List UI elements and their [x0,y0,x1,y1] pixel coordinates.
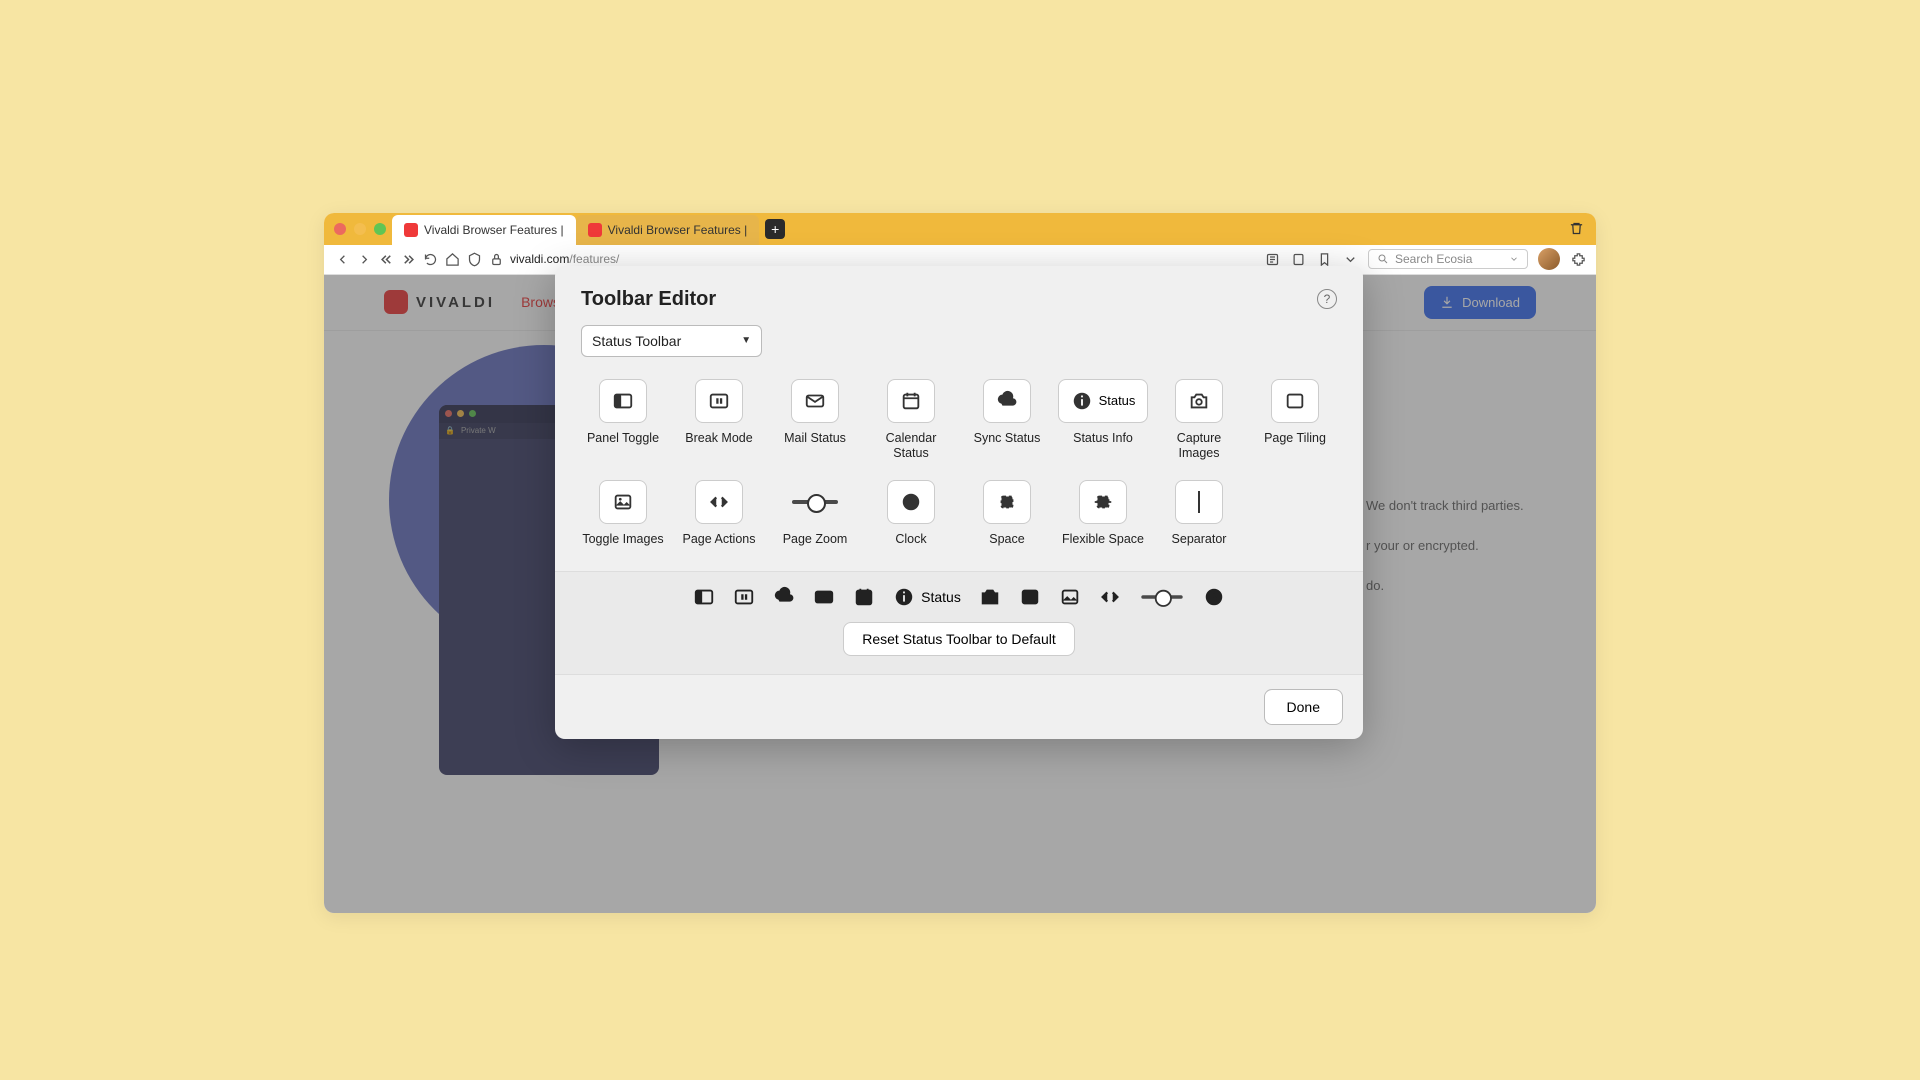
comp-page-tiling[interactable]: Page Tiling [1247,373,1343,468]
window-controls[interactable] [332,213,392,245]
tab-title: Vivaldi Browser Features | [608,223,748,237]
lock-icon [488,252,504,267]
panel-toggle-icon[interactable] [693,586,715,608]
comp-space[interactable]: Space [959,474,1055,554]
comp-flexible-space[interactable]: Flexible Space [1055,474,1151,554]
comp-clock[interactable]: Clock [863,474,959,554]
fast-forward-button[interactable] [400,252,416,267]
camera-icon[interactable] [979,586,1001,608]
tab-strip: Vivaldi Browser Features | Vivaldi Brows… [324,213,1596,245]
slider-icon [792,500,838,504]
bookmark-icon[interactable] [1316,252,1332,267]
home-button[interactable] [444,252,460,267]
clock-icon[interactable] [1203,586,1225,608]
help-button[interactable]: ? [1317,289,1337,309]
tab-inactive[interactable]: Vivaldi Browser Features | [576,215,760,245]
comp-break-mode[interactable]: Break Mode [671,373,767,468]
rewind-button[interactable] [378,252,394,267]
modal-title: Toolbar Editor [581,288,716,311]
comp-panel-toggle[interactable]: Panel Toggle [575,373,671,468]
chevron-down-icon: ▼ [741,335,751,346]
comp-toggle-images[interactable]: Toggle Images [575,474,671,554]
code-icon[interactable] [1099,586,1121,608]
comp-status-info[interactable]: Status Status Info [1055,373,1151,468]
images-icon[interactable] [1059,586,1081,608]
break-mode-icon[interactable] [733,586,755,608]
comp-separator[interactable]: Separator [1151,474,1247,554]
tiling-icon[interactable] [1019,586,1041,608]
trash-icon[interactable] [1569,213,1596,245]
vivaldi-favicon [404,223,418,237]
reset-button[interactable]: Reset Status Toolbar to Default [843,622,1075,656]
toolbar-selector[interactable]: Status Toolbar ▼ [581,325,762,357]
separator-icon [1198,491,1200,513]
tab-title: Vivaldi Browser Features | [424,223,564,237]
status-info-icon[interactable]: Status [893,586,961,608]
comp-capture-images[interactable]: Capture Images [1151,373,1247,468]
url-field[interactable]: vivaldi.com/features/ [510,252,619,266]
reader-icon[interactable] [1264,252,1280,267]
comp-page-zoom[interactable]: Page Zoom [767,474,863,554]
mail-icon[interactable] [813,586,835,608]
comp-calendar-status[interactable]: Calendar Status [863,373,959,468]
vivaldi-favicon [588,223,602,237]
shield-icon[interactable] [466,252,482,267]
new-tab-button[interactable]: + [765,219,785,239]
reload-button[interactable] [422,252,438,267]
notes-icon[interactable] [1290,252,1306,267]
avatar[interactable] [1538,248,1560,270]
extensions-icon[interactable] [1570,252,1586,267]
cloud-icon[interactable] [773,586,795,608]
calendar-icon[interactable] [853,586,875,608]
done-button[interactable]: Done [1264,689,1343,725]
comp-sync-status[interactable]: Sync Status [959,373,1055,468]
forward-button[interactable] [356,252,372,267]
current-toolbar-tray[interactable]: Status Reset Status Toolbar to Default [555,571,1363,674]
comp-mail-status[interactable]: Mail Status [767,373,863,468]
component-grid: Panel Toggle Break Mode Mail Status Cale… [555,367,1363,572]
back-button[interactable] [334,252,350,267]
tab-active[interactable]: Vivaldi Browser Features | [392,215,576,245]
comp-page-actions[interactable]: Page Actions [671,474,767,554]
toolbar-editor-modal: Toolbar Editor ? Status Toolbar ▼ Panel … [555,266,1363,740]
zoom-slider-icon[interactable] [1141,596,1182,600]
search-input[interactable]: Search Ecosia [1368,249,1528,269]
chevron-down-icon[interactable] [1342,252,1358,267]
